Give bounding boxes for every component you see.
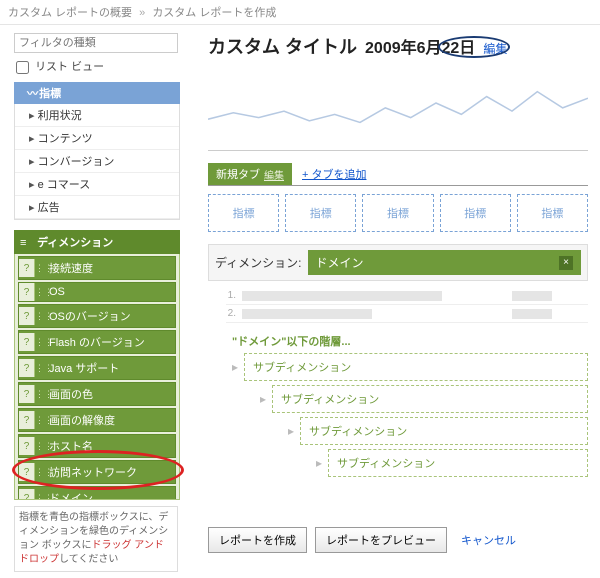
grip-icon[interactable]: ⋮⋮	[35, 288, 45, 296]
dimension-item-domain[interactable]: ?⋮⋮ドメイン	[18, 486, 176, 500]
grip-icon[interactable]: ⋮⋮	[35, 468, 45, 476]
help-icon[interactable]: ?	[19, 489, 35, 500]
sub-dim-list: ▸サブディメンション ▸サブディメンション ▸サブディメンション ▸サブディメン…	[226, 353, 588, 477]
sub-dim-slot[interactable]: サブディメンション	[300, 417, 588, 445]
grip-icon[interactable]: ⋮⋮	[35, 416, 45, 424]
help-icon[interactable]: ?	[19, 333, 35, 351]
dimension-item[interactable]: ?⋮⋮Java サポート	[18, 356, 176, 380]
metric-slot[interactable]: 指標	[440, 194, 511, 232]
help-icon[interactable]: ?	[19, 283, 35, 301]
page-title: カスタム タイトル	[208, 33, 357, 59]
dimension-chip[interactable]: ドメイン ×	[308, 250, 582, 275]
dimension-item[interactable]: ?⋮⋮画面の色	[18, 382, 176, 406]
dimension-item[interactable]: ?⋮⋮OS	[18, 282, 176, 302]
list-view-checkbox[interactable]	[16, 61, 29, 74]
dimension-row: ディメンション: ドメイン ×	[208, 244, 588, 281]
main-panel: カスタム タイトル 2009年6月22日 編集 新規タブ 編集 + タブを追加 …	[188, 25, 600, 578]
tab-bar: 新規タブ 編集 + タブを追加	[208, 163, 588, 186]
dimension-item[interactable]: ?⋮⋮接続速度	[18, 256, 176, 280]
arrow-icon: ▸	[254, 392, 272, 406]
grip-icon[interactable]: ⋮⋮	[35, 390, 45, 398]
tab-edit-link[interactable]: 編集	[264, 167, 284, 182]
edit-title-link[interactable]: 編集	[483, 40, 507, 57]
help-icon[interactable]: ?	[19, 307, 35, 325]
metrics-list: 利用状況 コンテンツ コンバージョン e コマース 広告	[14, 104, 180, 220]
dimension-label: ディメンション:	[215, 254, 302, 271]
sub-dim-header: "ドメイン"以下の階層...	[232, 333, 588, 349]
metric-slot[interactable]: 指標	[285, 194, 356, 232]
metric-item[interactable]: コンバージョン	[15, 150, 179, 173]
create-report-button[interactable]: レポートを作成	[208, 527, 307, 553]
dimension-item[interactable]: ?⋮⋮OSのバージョン	[18, 304, 176, 328]
metric-item[interactable]: 広告	[15, 196, 179, 219]
dimensions-header[interactable]: ≡ ディメンション	[14, 230, 180, 254]
arrow-icon: ▸	[310, 456, 328, 470]
metrics-header[interactable]: 〰 指標	[14, 82, 180, 104]
help-icon[interactable]: ?	[19, 359, 35, 377]
metric-item[interactable]: コンテンツ	[15, 127, 179, 150]
sub-dim-slot[interactable]: サブディメンション	[272, 385, 588, 413]
metric-item[interactable]: e コマース	[15, 173, 179, 196]
tab-active[interactable]: 新規タブ 編集	[208, 163, 292, 185]
dimension-item[interactable]: ?⋮⋮訪問ネットワーク	[18, 460, 176, 484]
dimension-item[interactable]: ?⋮⋮画面の解像度	[18, 408, 176, 432]
list-icon: ≡	[20, 237, 30, 249]
metric-item[interactable]: 利用状況	[15, 104, 179, 127]
list-view-toggle[interactable]: リスト ビュー	[16, 58, 180, 74]
dimension-item[interactable]: ?⋮⋮Flash のバージョン	[18, 330, 176, 354]
grip-icon[interactable]: ⋮⋮	[35, 364, 45, 372]
metric-slot[interactable]: 指標	[517, 194, 588, 232]
arrow-icon: ▸	[282, 424, 300, 438]
action-buttons: レポートを作成 レポートをプレビュー キャンセル	[208, 527, 516, 553]
sub-dim-slot[interactable]: サブディメンション	[244, 353, 588, 381]
breadcrumb: カスタム レポートの概要 » カスタム レポートを作成	[0, 0, 600, 25]
grip-icon[interactable]: ⋮⋮	[35, 338, 45, 346]
grip-icon[interactable]: ⋮⋮	[35, 494, 45, 500]
metric-slot[interactable]: 指標	[208, 194, 279, 232]
metric-slot[interactable]: 指標	[362, 194, 433, 232]
crumb-sep: »	[139, 7, 145, 19]
help-icon[interactable]: ?	[19, 437, 35, 455]
help-icon[interactable]: ?	[19, 385, 35, 403]
hint-text: 指標を青色の指標ボックスに、ディメンションを緑色のディメンション ボックスにドラ…	[14, 506, 178, 572]
sub-dim-slot[interactable]: サブディメンション	[328, 449, 588, 477]
line-chart	[208, 69, 588, 151]
grip-icon[interactable]: ⋮⋮	[35, 264, 45, 272]
page-date: 2009年6月22日	[365, 34, 475, 58]
metric-slots: 指標 指標 指標 指標 指標	[208, 194, 588, 232]
dimensions-list[interactable]: ?⋮⋮接続速度 ?⋮⋮OS ?⋮⋮OSのバージョン ?⋮⋮Flash のバージョ…	[14, 254, 180, 500]
grip-icon[interactable]: ⋮⋮	[35, 312, 45, 320]
filter-input[interactable]	[14, 33, 178, 53]
preview-report-button[interactable]: レポートをプレビュー	[315, 527, 447, 553]
arrow-icon: ▸	[226, 360, 244, 374]
grip-icon[interactable]: ⋮⋮	[35, 442, 45, 450]
close-icon[interactable]: ×	[559, 256, 573, 270]
dimension-item[interactable]: ?⋮⋮ホスト名	[18, 434, 176, 458]
crumb-a[interactable]: カスタム レポートの概要	[8, 7, 132, 19]
preview-table: 1. 2.	[226, 287, 588, 323]
tab-add-link[interactable]: + タブを追加	[302, 166, 366, 182]
cancel-link[interactable]: キャンセル	[461, 532, 516, 548]
sidebar: リスト ビュー 〰 指標 利用状況 コンテンツ コンバージョン e コマース 広…	[0, 25, 188, 578]
help-icon[interactable]: ?	[19, 259, 35, 277]
help-icon[interactable]: ?	[19, 411, 35, 429]
crumb-b: カスタム レポートを作成	[152, 7, 276, 19]
help-icon[interactable]: ?	[19, 463, 35, 481]
